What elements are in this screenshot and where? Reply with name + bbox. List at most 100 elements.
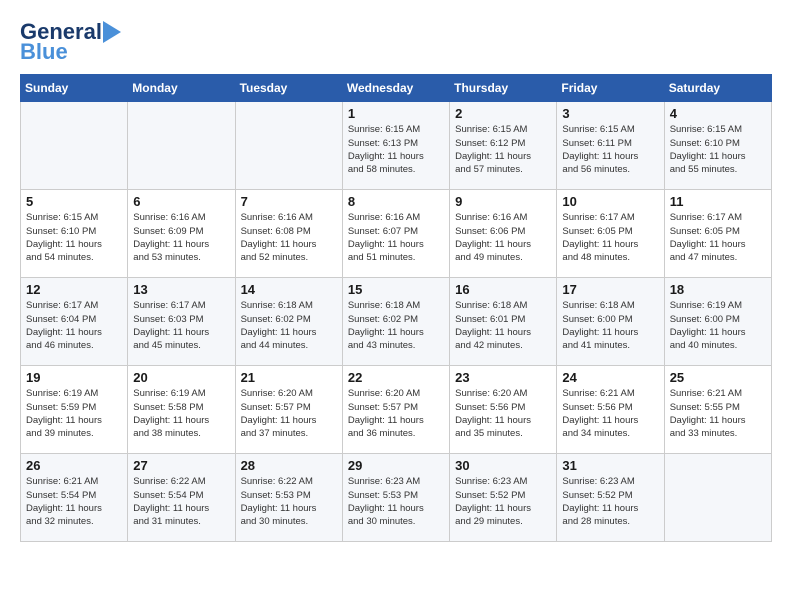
calendar-cell (664, 454, 771, 542)
day-number: 23 (455, 370, 551, 385)
day-info: Sunrise: 6:15 AM Sunset: 6:13 PM Dayligh… (348, 123, 444, 176)
calendar-cell: 11 Sunrise: 6:17 AM Sunset: 6:05 PM Dayli… (664, 190, 771, 278)
calendar-week-5: 26 Sunrise: 6:21 AM Sunset: 5:54 PM Dayli… (21, 454, 772, 542)
calendar-cell (235, 102, 342, 190)
calendar-week-1: 1 Sunrise: 6:15 AM Sunset: 6:13 PM Daylig… (21, 102, 772, 190)
day-number: 13 (133, 282, 229, 297)
calendar-body: 1 Sunrise: 6:15 AM Sunset: 6:13 PM Daylig… (21, 102, 772, 542)
day-info: Sunrise: 6:19 AM Sunset: 5:58 PM Dayligh… (133, 387, 229, 440)
day-number: 6 (133, 194, 229, 209)
calendar-cell: 29 Sunrise: 6:23 AM Sunset: 5:53 PM Dayli… (342, 454, 449, 542)
calendar-cell: 10 Sunrise: 6:17 AM Sunset: 6:05 PM Dayli… (557, 190, 664, 278)
calendar-cell: 19 Sunrise: 6:19 AM Sunset: 5:59 PM Dayli… (21, 366, 128, 454)
day-number: 4 (670, 106, 766, 121)
calendar-cell: 12 Sunrise: 6:17 AM Sunset: 6:04 PM Dayli… (21, 278, 128, 366)
logo-blue: Blue (20, 40, 68, 64)
day-info: Sunrise: 6:16 AM Sunset: 6:06 PM Dayligh… (455, 211, 551, 264)
day-info: Sunrise: 6:22 AM Sunset: 5:53 PM Dayligh… (241, 475, 337, 528)
day-info: Sunrise: 6:20 AM Sunset: 5:57 PM Dayligh… (348, 387, 444, 440)
day-number: 5 (26, 194, 122, 209)
header-row: SundayMondayTuesdayWednesdayThursdayFrid… (21, 75, 772, 102)
day-info: Sunrise: 6:21 AM Sunset: 5:55 PM Dayligh… (670, 387, 766, 440)
day-info: Sunrise: 6:20 AM Sunset: 5:56 PM Dayligh… (455, 387, 551, 440)
calendar-cell: 24 Sunrise: 6:21 AM Sunset: 5:56 PM Dayli… (557, 366, 664, 454)
logo-arrow-icon (103, 21, 121, 43)
calendar-cell: 1 Sunrise: 6:15 AM Sunset: 6:13 PM Daylig… (342, 102, 449, 190)
calendar-cell: 26 Sunrise: 6:21 AM Sunset: 5:54 PM Dayli… (21, 454, 128, 542)
day-number: 27 (133, 458, 229, 473)
day-number: 25 (670, 370, 766, 385)
calendar-cell: 22 Sunrise: 6:20 AM Sunset: 5:57 PM Dayli… (342, 366, 449, 454)
calendar-cell: 20 Sunrise: 6:19 AM Sunset: 5:58 PM Dayli… (128, 366, 235, 454)
calendar-table: SundayMondayTuesdayWednesdayThursdayFrid… (20, 74, 772, 542)
day-number: 1 (348, 106, 444, 121)
day-number: 3 (562, 106, 658, 121)
day-number: 29 (348, 458, 444, 473)
calendar-cell: 4 Sunrise: 6:15 AM Sunset: 6:10 PM Daylig… (664, 102, 771, 190)
calendar-cell: 30Sunrise: 6:23 AM Sunset: 5:52 PM Dayli… (450, 454, 557, 542)
calendar-cell: 8 Sunrise: 6:16 AM Sunset: 6:07 PM Daylig… (342, 190, 449, 278)
day-info: Sunrise: 6:16 AM Sunset: 6:07 PM Dayligh… (348, 211, 444, 264)
header-day-thursday: Thursday (450, 75, 557, 102)
day-info: Sunrise: 6:23 AM Sunset: 5:53 PM Dayligh… (348, 475, 444, 528)
day-number: 28 (241, 458, 337, 473)
calendar-cell: 7 Sunrise: 6:16 AM Sunset: 6:08 PM Daylig… (235, 190, 342, 278)
header-day-sunday: Sunday (21, 75, 128, 102)
day-number: 19 (26, 370, 122, 385)
calendar-cell: 27 Sunrise: 6:22 AM Sunset: 5:54 PM Dayli… (128, 454, 235, 542)
day-number: 12 (26, 282, 122, 297)
logo: General Blue (20, 20, 121, 64)
day-info: Sunrise: 6:15 AM Sunset: 6:11 PM Dayligh… (562, 123, 658, 176)
day-info: Sunrise: 6:23 AM Sunset: 5:52 PM Dayligh… (562, 475, 658, 528)
day-info: Sunrise: 6:17 AM Sunset: 6:05 PM Dayligh… (670, 211, 766, 264)
calendar-cell: 21Sunrise: 6:20 AM Sunset: 5:57 PM Dayli… (235, 366, 342, 454)
day-info: Sunrise: 6:19 AM Sunset: 6:00 PM Dayligh… (670, 299, 766, 352)
day-number: 21 (241, 370, 337, 385)
calendar-cell: 13 Sunrise: 6:17 AM Sunset: 6:03 PM Dayli… (128, 278, 235, 366)
day-number: 11 (670, 194, 766, 209)
day-number: 30 (455, 458, 551, 473)
day-info: Sunrise: 6:15 AM Sunset: 6:10 PM Dayligh… (26, 211, 122, 264)
day-number: 10 (562, 194, 658, 209)
header-day-saturday: Saturday (664, 75, 771, 102)
calendar-week-4: 19 Sunrise: 6:19 AM Sunset: 5:59 PM Dayli… (21, 366, 772, 454)
calendar-cell (21, 102, 128, 190)
calendar-cell: 18Sunrise: 6:19 AM Sunset: 6:00 PM Dayli… (664, 278, 771, 366)
day-number: 14 (241, 282, 337, 297)
day-number: 2 (455, 106, 551, 121)
day-number: 31 (562, 458, 658, 473)
page-header: General Blue (20, 20, 772, 64)
day-info: Sunrise: 6:22 AM Sunset: 5:54 PM Dayligh… (133, 475, 229, 528)
day-info: Sunrise: 6:18 AM Sunset: 6:01 PM Dayligh… (455, 299, 551, 352)
calendar-header: SundayMondayTuesdayWednesdayThursdayFrid… (21, 75, 772, 102)
day-number: 24 (562, 370, 658, 385)
day-number: 7 (241, 194, 337, 209)
day-info: Sunrise: 6:15 AM Sunset: 6:12 PM Dayligh… (455, 123, 551, 176)
day-info: Sunrise: 6:17 AM Sunset: 6:05 PM Dayligh… (562, 211, 658, 264)
calendar-week-3: 12 Sunrise: 6:17 AM Sunset: 6:04 PM Dayli… (21, 278, 772, 366)
day-number: 26 (26, 458, 122, 473)
day-number: 20 (133, 370, 229, 385)
day-number: 9 (455, 194, 551, 209)
calendar-cell: 6 Sunrise: 6:16 AM Sunset: 6:09 PM Daylig… (128, 190, 235, 278)
day-info: Sunrise: 6:16 AM Sunset: 6:08 PM Dayligh… (241, 211, 337, 264)
header-day-tuesday: Tuesday (235, 75, 342, 102)
day-info: Sunrise: 6:21 AM Sunset: 5:56 PM Dayligh… (562, 387, 658, 440)
day-number: 8 (348, 194, 444, 209)
day-number: 17 (562, 282, 658, 297)
calendar-cell: 14 Sunrise: 6:18 AM Sunset: 6:02 PM Dayli… (235, 278, 342, 366)
day-info: Sunrise: 6:17 AM Sunset: 6:04 PM Dayligh… (26, 299, 122, 352)
day-info: Sunrise: 6:19 AM Sunset: 5:59 PM Dayligh… (26, 387, 122, 440)
day-info: Sunrise: 6:15 AM Sunset: 6:10 PM Dayligh… (670, 123, 766, 176)
calendar-cell: 16Sunrise: 6:18 AM Sunset: 6:01 PM Dayli… (450, 278, 557, 366)
day-info: Sunrise: 6:16 AM Sunset: 6:09 PM Dayligh… (133, 211, 229, 264)
day-number: 22 (348, 370, 444, 385)
calendar-week-2: 5 Sunrise: 6:15 AM Sunset: 6:10 PM Daylig… (21, 190, 772, 278)
day-number: 15 (348, 282, 444, 297)
day-info: Sunrise: 6:21 AM Sunset: 5:54 PM Dayligh… (26, 475, 122, 528)
day-info: Sunrise: 6:18 AM Sunset: 6:02 PM Dayligh… (348, 299, 444, 352)
day-info: Sunrise: 6:18 AM Sunset: 6:02 PM Dayligh… (241, 299, 337, 352)
calendar-cell: 31 Sunrise: 6:23 AM Sunset: 5:52 PM Dayli… (557, 454, 664, 542)
day-info: Sunrise: 6:17 AM Sunset: 6:03 PM Dayligh… (133, 299, 229, 352)
calendar-cell: 5 Sunrise: 6:15 AM Sunset: 6:10 PM Daylig… (21, 190, 128, 278)
